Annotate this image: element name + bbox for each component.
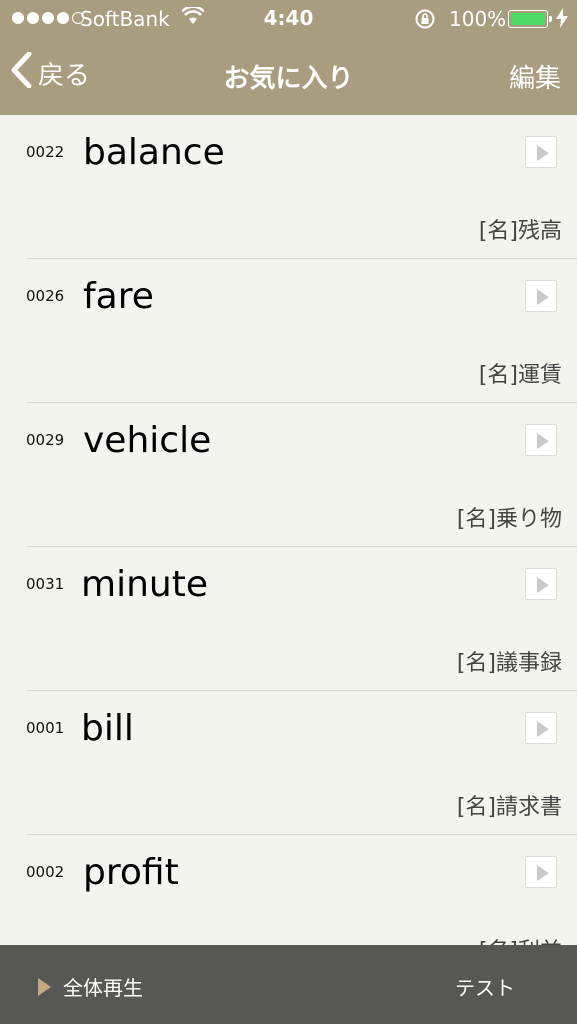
play-triangle-icon: [38, 977, 51, 996]
word-text: profit: [83, 852, 179, 893]
play-icon[interactable]: [525, 280, 557, 312]
play-icon[interactable]: [525, 712, 557, 744]
list-item[interactable]: 0026 fare [名]運賃: [0, 259, 577, 403]
play-all-button[interactable]: 全体再生: [38, 972, 143, 1001]
word-number: 0002: [26, 863, 65, 881]
word-number: 0031: [26, 575, 65, 593]
charging-icon: [556, 8, 568, 33]
word-number: 0022: [26, 143, 65, 161]
list-item[interactable]: 0029 vehicle [名]乗り物: [0, 403, 577, 547]
word-meaning: [名]議事録: [456, 651, 562, 676]
navigation-bar: 戻る お気に入り 編集: [0, 38, 577, 115]
word-text: vehicle: [83, 420, 212, 461]
word-text: balance: [83, 132, 225, 173]
word-meaning: [名]請求書: [456, 795, 562, 820]
battery-percent: 100%: [449, 7, 507, 31]
list-item[interactable]: 0002 profit [名]利益: [0, 835, 577, 945]
word-meaning: [名]運賃: [478, 363, 562, 388]
rotation-lock-icon: [414, 8, 436, 35]
word-meaning: [名]残高: [478, 219, 562, 244]
edit-button[interactable]: 編集: [509, 58, 561, 95]
page-title: お気に入り: [223, 64, 354, 94]
word-text: bill: [81, 708, 134, 749]
word-text: fare: [83, 276, 154, 317]
list-item[interactable]: 0022 balance [名]残高: [0, 115, 577, 259]
bottom-toolbar: 全体再生 テスト: [0, 945, 577, 1024]
play-icon[interactable]: [525, 136, 557, 168]
word-text: minute: [81, 564, 208, 605]
play-icon[interactable]: [525, 568, 557, 600]
favorites-list: 0022 balance [名]残高 0026 fare [名]運賃 0029 …: [0, 115, 577, 945]
word-number: 0001: [26, 719, 65, 737]
list-item[interactable]: 0031 minute [名]議事録: [0, 547, 577, 691]
word-meaning: [名]乗り物: [456, 507, 562, 532]
play-icon[interactable]: [525, 424, 557, 456]
test-button[interactable]: テスト: [455, 972, 515, 1001]
play-icon[interactable]: [525, 856, 557, 888]
status-bar: SoftBank 4:40 100%: [0, 0, 577, 38]
battery-icon: [508, 10, 552, 28]
word-number: 0029: [26, 431, 65, 449]
word-number: 0026: [26, 287, 65, 305]
top-bar: SoftBank 4:40 100% 戻る お気に入り 編集: [0, 0, 577, 115]
list-item[interactable]: 0001 bill [名]請求書: [0, 691, 577, 835]
word-meaning: [名]利益: [479, 933, 562, 945]
play-all-label: 全体再生: [63, 976, 143, 1000]
